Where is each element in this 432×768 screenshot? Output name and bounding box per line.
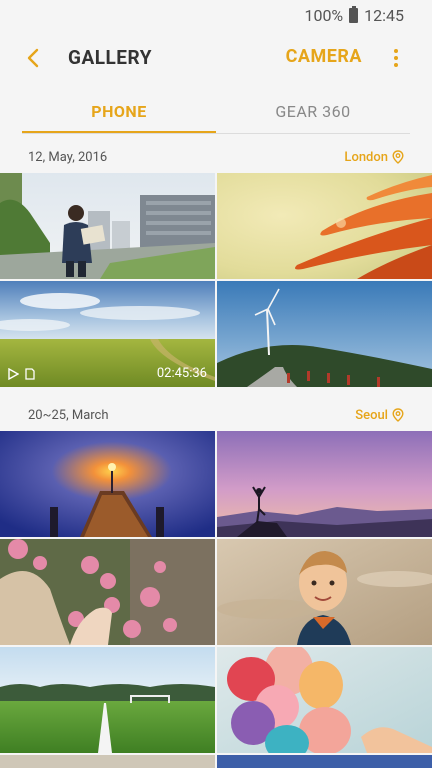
photo-thumbnail[interactable] xyxy=(217,173,432,279)
more-options-icon[interactable] xyxy=(388,46,404,70)
play-icon xyxy=(8,367,19,380)
photo-thumbnail[interactable] xyxy=(217,647,432,753)
photo-thumbnail[interactable] xyxy=(217,281,432,387)
location-pin-icon xyxy=(392,408,404,422)
photo-thumbnail[interactable] xyxy=(0,431,215,537)
tab-bar: PHONE GEAR 360 xyxy=(22,88,410,134)
battery-percent: 100% xyxy=(304,5,344,25)
back-button[interactable] xyxy=(22,46,46,70)
photo-grid-partial-row xyxy=(0,755,432,768)
tab-phone[interactable]: PHONE xyxy=(22,88,216,133)
photo-thumbnail[interactable] xyxy=(217,431,432,537)
location-label: Seoul xyxy=(355,407,388,423)
photo-thumbnail[interactable] xyxy=(0,755,215,768)
video-thumbnail[interactable]: 02:45:36 xyxy=(0,281,215,387)
section-header-seoul: 20~25, March Seoul xyxy=(0,399,432,431)
clock: 12:45 xyxy=(364,5,404,25)
status-bar: 100% 12:45 xyxy=(0,0,432,30)
battery-icon xyxy=(349,5,359,23)
section-date: 20~25, March xyxy=(28,407,109,423)
section-location[interactable]: London xyxy=(344,150,404,165)
video-duration: 02:45:36 xyxy=(156,366,207,381)
photo-thumbnail[interactable] xyxy=(0,173,215,279)
sd-card-icon xyxy=(25,367,35,380)
location-pin-icon xyxy=(392,150,404,164)
photo-grid-london: 02:45:36 xyxy=(0,173,432,387)
photo-thumbnail[interactable] xyxy=(0,647,215,753)
photo-grid-seoul xyxy=(0,431,432,753)
section-header-london: 12, May, 2016 London xyxy=(0,141,432,173)
photo-thumbnail[interactable] xyxy=(217,755,432,768)
photo-thumbnail[interactable] xyxy=(217,539,432,645)
photo-thumbnail[interactable] xyxy=(0,539,215,645)
tab-gear-360[interactable]: GEAR 360 xyxy=(216,88,410,133)
section-location[interactable]: Seoul xyxy=(355,408,404,423)
section-date: 12, May, 2016 xyxy=(28,149,108,165)
location-label: London xyxy=(344,149,388,165)
page-title: GALLERY xyxy=(68,46,152,69)
camera-button[interactable]: CAMERA xyxy=(286,46,362,67)
chevron-left-icon xyxy=(27,48,39,68)
app-bar: GALLERY CAMERA xyxy=(0,32,432,84)
